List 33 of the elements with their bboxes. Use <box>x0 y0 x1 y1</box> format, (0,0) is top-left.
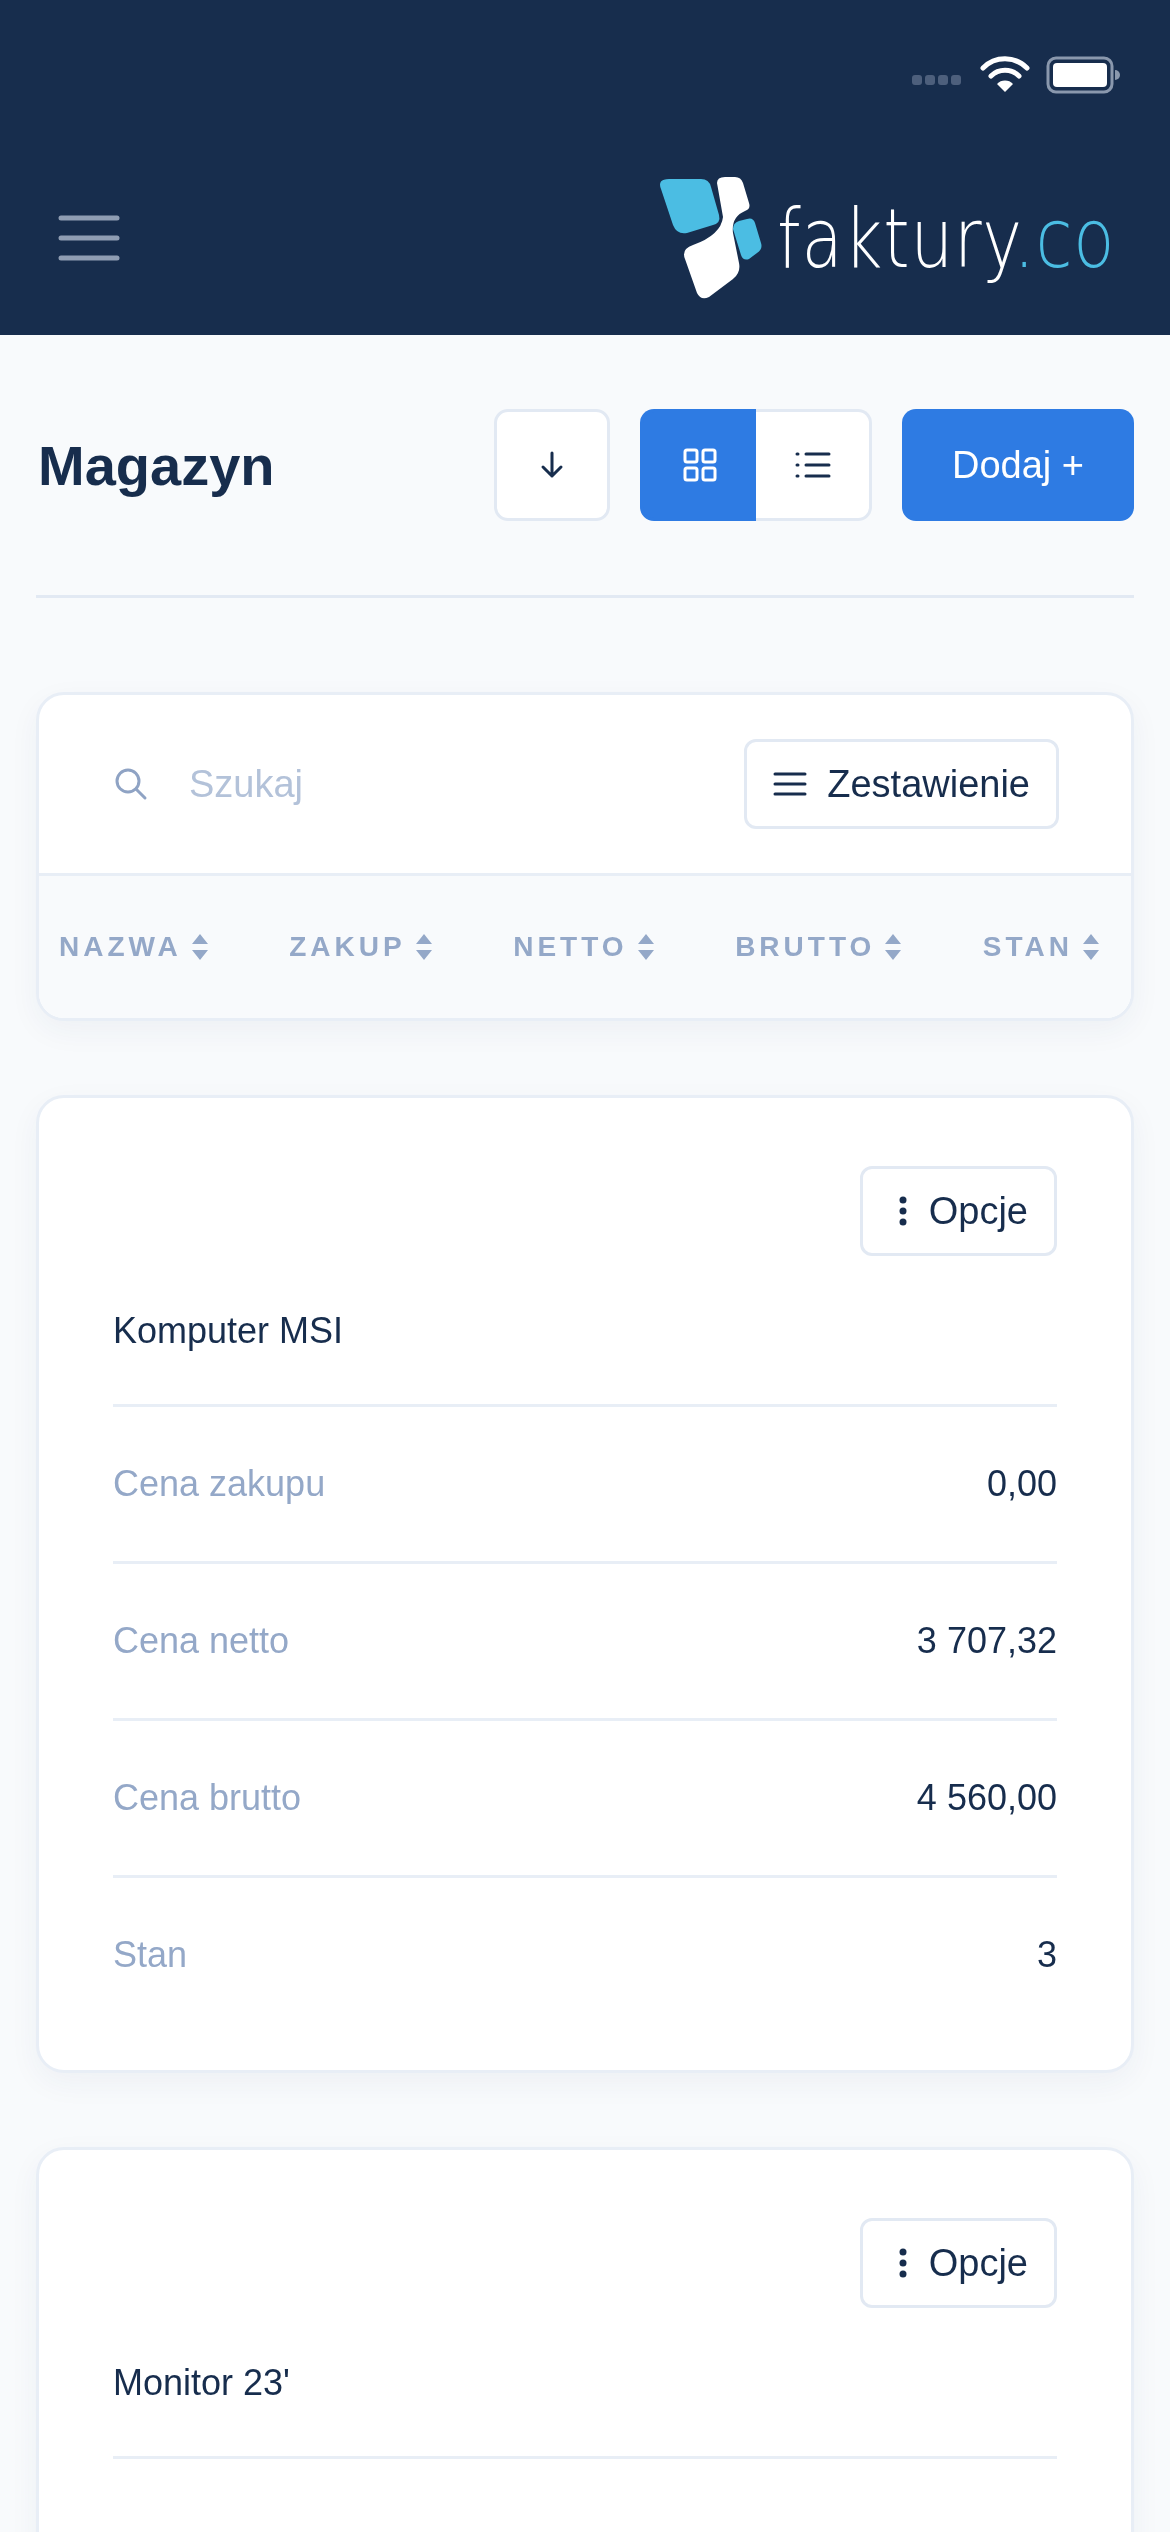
field-label: Cena netto <box>113 1620 290 1662</box>
field-value: 3 707,32 <box>916 1620 1057 1662</box>
logo-text: faktury.co <box>777 190 1116 286</box>
list-view-button[interactable] <box>756 409 872 521</box>
page-title: Magazyn <box>38 432 275 498</box>
product-name: Monitor 23' <box>113 2308 1057 2459</box>
more-icon <box>898 2248 907 2278</box>
battery-icon <box>1046 56 1120 94</box>
add-button[interactable]: Dodaj + <box>902 409 1134 521</box>
options-button[interactable]: Opcje <box>859 2218 1057 2308</box>
column-header[interactable]: ZAKUP <box>289 931 434 963</box>
field-value: 4 560,00 <box>916 1777 1057 1819</box>
grid-icon <box>682 448 717 482</box>
column-header[interactable]: BRUTTO <box>735 931 904 963</box>
field-value: 3 <box>1036 1934 1057 1976</box>
field-label: Cena zakupu <box>113 1463 326 1505</box>
more-icon <box>898 1196 907 1226</box>
grid-view-button[interactable] <box>640 409 756 521</box>
column-header[interactable]: NETTO <box>513 931 656 963</box>
summary-button[interactable]: Zestawienie <box>744 739 1059 829</box>
field-label: Cena brutto <box>113 1777 302 1819</box>
options-button[interactable]: Opcje <box>859 1166 1057 1256</box>
wifi-icon <box>980 56 1030 94</box>
product-name: Komputer MSI <box>113 1256 1057 1407</box>
signal-icon <box>912 74 964 86</box>
search-icon <box>113 766 149 802</box>
menu-lines-icon <box>773 771 808 797</box>
field-label: Stan <box>113 1934 188 1976</box>
column-header[interactable]: STAN <box>982 931 1101 963</box>
menu-icon[interactable] <box>58 214 120 262</box>
field-value: 0,00 <box>986 1463 1057 1505</box>
column-header[interactable]: NAZWA <box>59 931 210 963</box>
list-icon <box>794 450 831 480</box>
